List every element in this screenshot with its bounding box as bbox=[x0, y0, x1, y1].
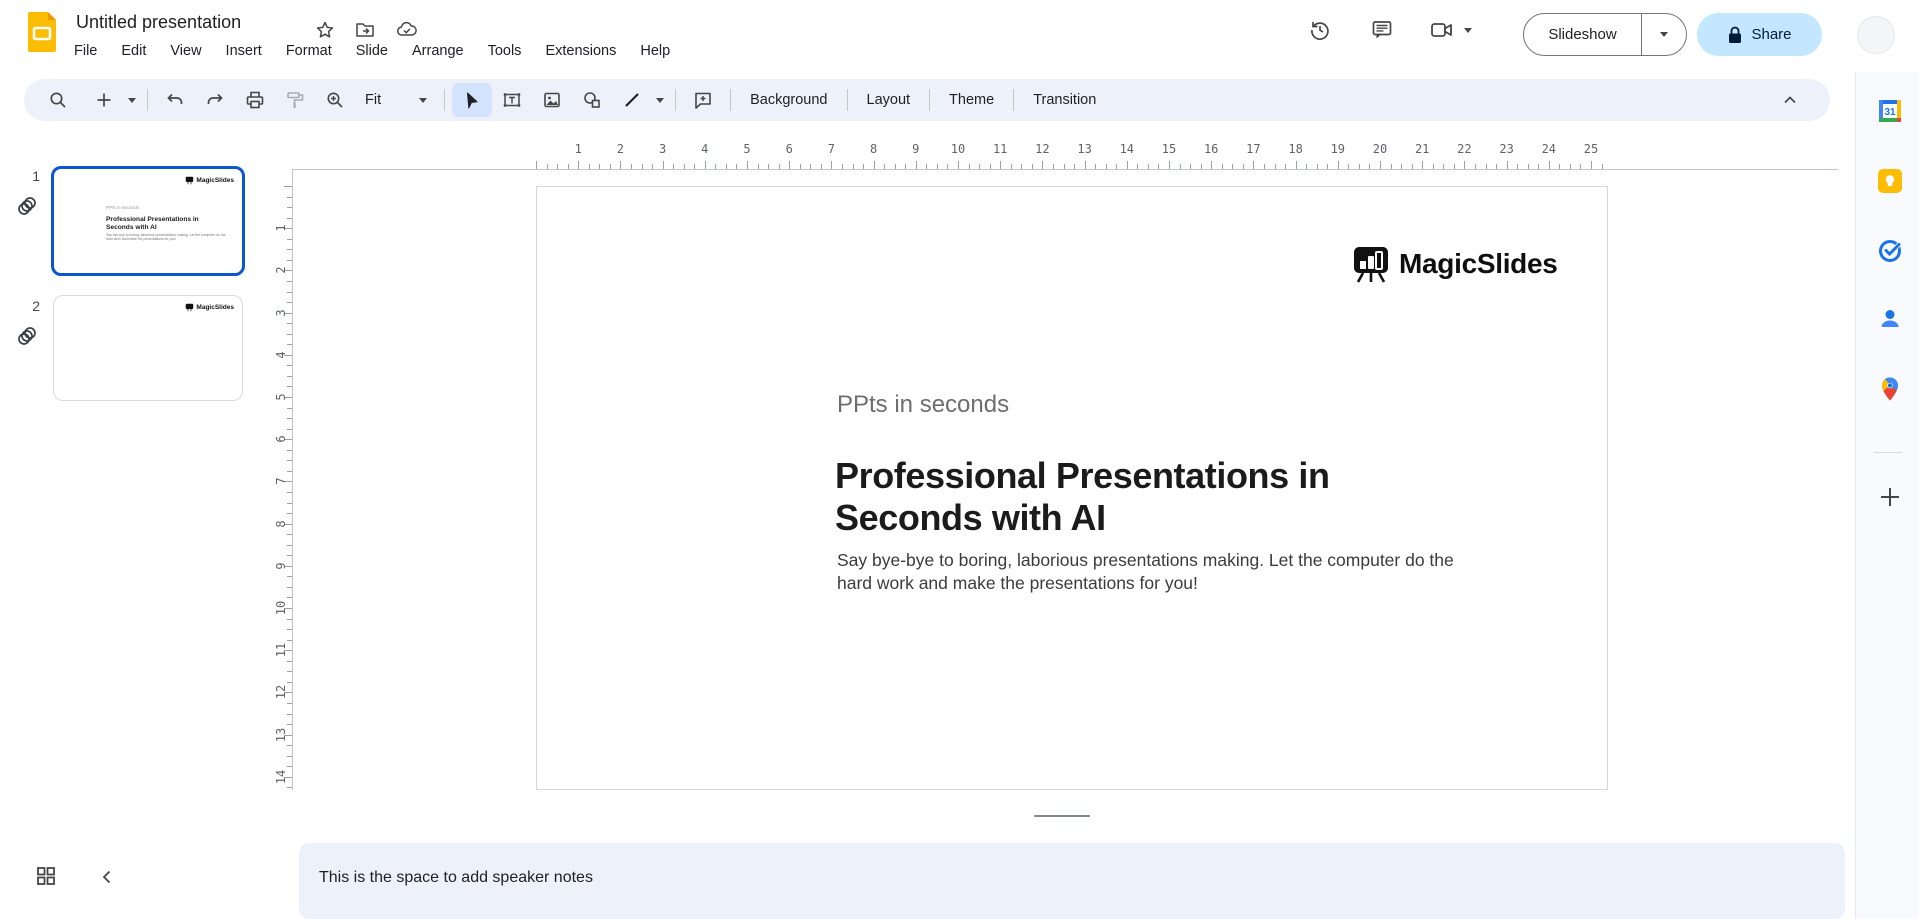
toolbar-divider bbox=[847, 89, 848, 111]
svg-text:31: 31 bbox=[1884, 107, 1896, 118]
toolbar-divider bbox=[147, 89, 148, 111]
menu-extensions[interactable]: Extensions bbox=[535, 40, 626, 62]
chevron-down-icon bbox=[1660, 32, 1668, 37]
menu-file[interactable]: File bbox=[64, 40, 107, 62]
video-camera-icon bbox=[1428, 16, 1456, 44]
google-tasks-icon[interactable] bbox=[1877, 238, 1903, 264]
google-maps-icon[interactable] bbox=[1877, 376, 1903, 402]
menu-arrange[interactable]: Arrange bbox=[402, 40, 474, 62]
hide-menus-icon[interactable] bbox=[1770, 83, 1810, 117]
vertical-ruler-line bbox=[292, 170, 293, 790]
menu-view[interactable]: View bbox=[160, 40, 211, 62]
redo-icon[interactable] bbox=[195, 83, 235, 117]
thumb1-kicker: PPts in seconds bbox=[106, 205, 139, 210]
get-addons-icon[interactable] bbox=[1877, 484, 1903, 510]
zoom-value: Fit bbox=[365, 92, 381, 108]
insert-line-tool[interactable] bbox=[612, 83, 652, 117]
slideshow-dropdown-button[interactable] bbox=[1642, 32, 1686, 37]
theme-button[interactable]: Theme bbox=[937, 86, 1006, 114]
transition-button[interactable]: Transition bbox=[1021, 86, 1108, 114]
rail-divider bbox=[1874, 452, 1902, 453]
slide-thumbnail-2[interactable]: MagicSlides bbox=[53, 295, 243, 401]
layout-button[interactable]: Layout bbox=[855, 86, 923, 114]
toolbar-divider bbox=[1013, 89, 1014, 111]
chevron-down-icon[interactable] bbox=[1464, 28, 1472, 33]
slide-thumbnail-1[interactable]: MagicSlides PPts in seconds Professional… bbox=[51, 166, 245, 276]
slide-body-text[interactable]: Say bye-bye to boring, laborious present… bbox=[837, 549, 1454, 595]
new-slide-dropdown-icon[interactable] bbox=[128, 98, 136, 103]
google-contacts-icon[interactable] bbox=[1877, 306, 1903, 332]
slide-1-number: 1 bbox=[18, 168, 40, 184]
print-icon[interactable] bbox=[235, 83, 275, 117]
background-button[interactable]: Background bbox=[738, 86, 839, 114]
toolbar: Fit Background Layout Theme Transition bbox=[24, 79, 1830, 121]
search-menus-icon[interactable] bbox=[38, 83, 78, 117]
thumb1-title: Professional Presentations inSeconds wit… bbox=[106, 216, 199, 231]
zoom-select[interactable]: Fit bbox=[355, 92, 437, 108]
horizontal-ruler: 1234567891011121314151617181920212223242… bbox=[536, 140, 1608, 169]
menu-slide[interactable]: Slide bbox=[346, 40, 398, 62]
undo-icon[interactable] bbox=[155, 83, 195, 117]
line-dropdown-icon[interactable] bbox=[656, 98, 664, 103]
slide-2-transition-icon bbox=[15, 324, 39, 348]
toolbar-divider bbox=[929, 89, 930, 111]
toolbar-divider bbox=[675, 89, 676, 111]
slide-title-text[interactable]: Professional Presentations in Seconds wi… bbox=[835, 455, 1330, 539]
comment-history-icon[interactable] bbox=[1362, 10, 1402, 50]
text-box-tool[interactable] bbox=[492, 83, 532, 117]
side-panel-rail: 31 bbox=[1855, 72, 1919, 919]
notes-resize-handle[interactable] bbox=[1034, 815, 1090, 817]
slide-1-transition-icon bbox=[15, 194, 39, 218]
share-button[interactable]: Share bbox=[1697, 13, 1822, 56]
slide-brand-logo[interactable]: MagicSlides bbox=[1351, 243, 1558, 285]
avatar[interactable] bbox=[1857, 16, 1895, 54]
slide-kicker-text[interactable]: PPts in seconds bbox=[837, 391, 1009, 419]
meet-presentation-button[interactable] bbox=[1428, 16, 1476, 44]
slideshow-button-group: Slideshow bbox=[1523, 13, 1687, 56]
speaker-notes-panel[interactable]: This is the space to add speaker notes bbox=[299, 843, 1845, 919]
menu-edit[interactable]: Edit bbox=[111, 40, 156, 62]
select-tool[interactable] bbox=[452, 83, 492, 117]
menu-bar: File Edit View Insert Format Slide Arran… bbox=[64, 40, 680, 62]
collapse-filmstrip-icon[interactable] bbox=[98, 868, 116, 886]
paint-format-icon[interactable] bbox=[275, 83, 315, 117]
menu-format[interactable]: Format bbox=[276, 40, 342, 62]
slideshow-button[interactable]: Slideshow bbox=[1524, 26, 1641, 43]
grid-view-button[interactable] bbox=[34, 864, 58, 888]
slide-canvas[interactable]: MagicSlides PPts in seconds Professional… bbox=[536, 186, 1608, 790]
toolbar-divider bbox=[730, 89, 731, 111]
slide-brand-text: MagicSlides bbox=[1399, 248, 1558, 280]
google-keep-icon[interactable] bbox=[1877, 168, 1903, 194]
thumb1-body: Say bye-bye to boring, laborious present… bbox=[106, 233, 226, 242]
toolbar-divider bbox=[444, 89, 445, 111]
speaker-notes-text[interactable]: This is the space to add speaker notes bbox=[319, 869, 593, 887]
slides-logo[interactable] bbox=[26, 10, 58, 54]
new-slide-button[interactable] bbox=[84, 83, 124, 117]
google-slides-app: { "header": { "doc_title": "Untitled pre… bbox=[0, 0, 1919, 919]
insert-shape-tool[interactable] bbox=[572, 83, 612, 117]
zoom-in-icon[interactable] bbox=[315, 83, 355, 117]
thumb1-brand-logo: MagicSlides bbox=[185, 176, 234, 185]
thumb2-brand-logo: MagicSlides bbox=[185, 303, 234, 312]
share-label: Share bbox=[1751, 26, 1791, 43]
version-history-icon[interactable] bbox=[1300, 10, 1340, 50]
menu-help[interactable]: Help bbox=[630, 40, 680, 62]
magicslides-icon bbox=[1351, 243, 1391, 285]
chevron-down-icon bbox=[419, 98, 427, 103]
insert-image-tool[interactable] bbox=[532, 83, 572, 117]
insert-comment-tool[interactable] bbox=[683, 83, 723, 117]
lock-icon bbox=[1727, 26, 1743, 44]
horizontal-ruler-line bbox=[292, 169, 1838, 170]
vertical-ruler: 1234567891011121314 bbox=[272, 186, 292, 790]
menu-tools[interactable]: Tools bbox=[478, 40, 532, 62]
menu-insert[interactable]: Insert bbox=[216, 40, 272, 62]
google-calendar-icon[interactable]: 31 bbox=[1877, 98, 1903, 124]
document-title[interactable]: Untitled presentation bbox=[76, 12, 241, 33]
slide-2-number: 2 bbox=[18, 298, 40, 314]
